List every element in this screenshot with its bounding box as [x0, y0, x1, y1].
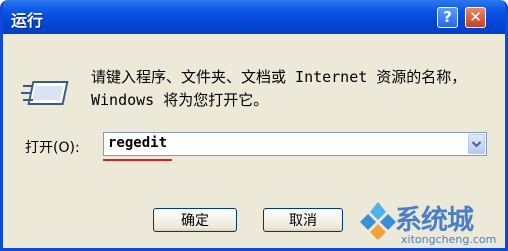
- prompt-text: 请键入程序、文件夹、文档或 Internet 资源的名称，Windows 将为您…: [91, 68, 467, 109]
- watermark-logo-icon: [360, 202, 396, 240]
- cancel-button[interactable]: 取消: [263, 208, 343, 232]
- red-underline-annotation: [103, 159, 172, 161]
- title-bar[interactable]: 运行 ? ✕: [3, 0, 505, 34]
- open-combobox[interactable]: regedit: [103, 132, 487, 156]
- run-dialog: 运行 ? ✕ 请键入程序、文件夹、文档或 Internet 资源的名称，Wind…: [0, 0, 508, 251]
- watermark-url: xitongcheng.com: [401, 233, 497, 246]
- help-button[interactable]: ?: [437, 7, 458, 28]
- window-title: 运行: [11, 11, 44, 30]
- open-input-value[interactable]: regedit: [108, 135, 167, 151]
- watermark: 系统城 xitongcheng.com: [359, 198, 505, 248]
- help-icon: ?: [443, 8, 452, 26]
- chevron-down-icon: [471, 141, 482, 148]
- watermark-brand: 系统城: [395, 205, 474, 236]
- run-icon: [21, 81, 69, 105]
- dropdown-button[interactable]: [468, 134, 485, 154]
- close-icon: ✕: [469, 8, 482, 26]
- close-button[interactable]: ✕: [465, 7, 486, 28]
- open-label: 打开(O):: [25, 140, 80, 156]
- ok-button[interactable]: 确定: [153, 208, 237, 232]
